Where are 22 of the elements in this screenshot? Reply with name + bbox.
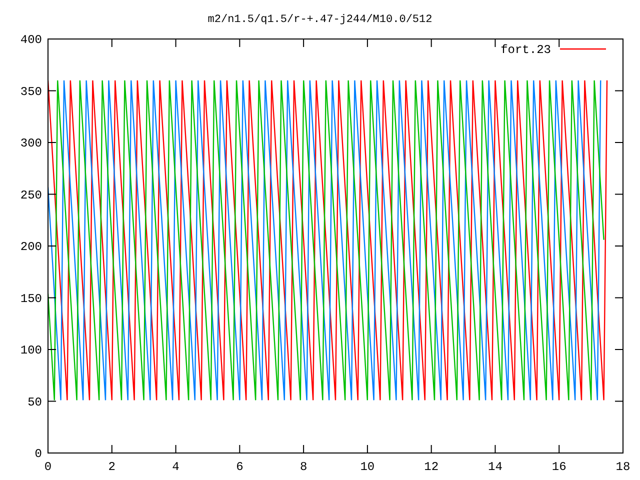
legend-label: fort.23: [500, 43, 551, 57]
x-tick-label: 6: [236, 460, 244, 474]
x-tick-label: 12: [424, 460, 439, 474]
x-tick-label: 4: [172, 460, 180, 474]
chart-title: m2/n1.5/q1.5/r-+.47-j244/M10.0/512: [208, 14, 432, 26]
y-tick-label: 350: [20, 84, 42, 99]
y-tick-label: 150: [20, 292, 42, 306]
y-tick-label: 200: [20, 240, 42, 254]
y-tick-label: 50: [28, 395, 42, 410]
x-tick-label: 0: [44, 460, 52, 474]
x-tick-label: 8: [300, 460, 308, 474]
x-tick-label: 2: [108, 460, 116, 474]
x-tick-label: 16: [552, 460, 566, 474]
y-tick-label: 100: [20, 344, 42, 358]
y-tick-label: 0: [34, 447, 42, 461]
y-tick-label: 400: [20, 33, 42, 47]
y-tick-label: 300: [20, 136, 42, 150]
y-tick-label: 250: [20, 188, 42, 202]
legend-line: [560, 48, 606, 50]
x-tick-label: 18: [616, 460, 630, 474]
x-tick-label: 10: [360, 460, 375, 474]
x-tick-label: 14: [488, 460, 502, 474]
